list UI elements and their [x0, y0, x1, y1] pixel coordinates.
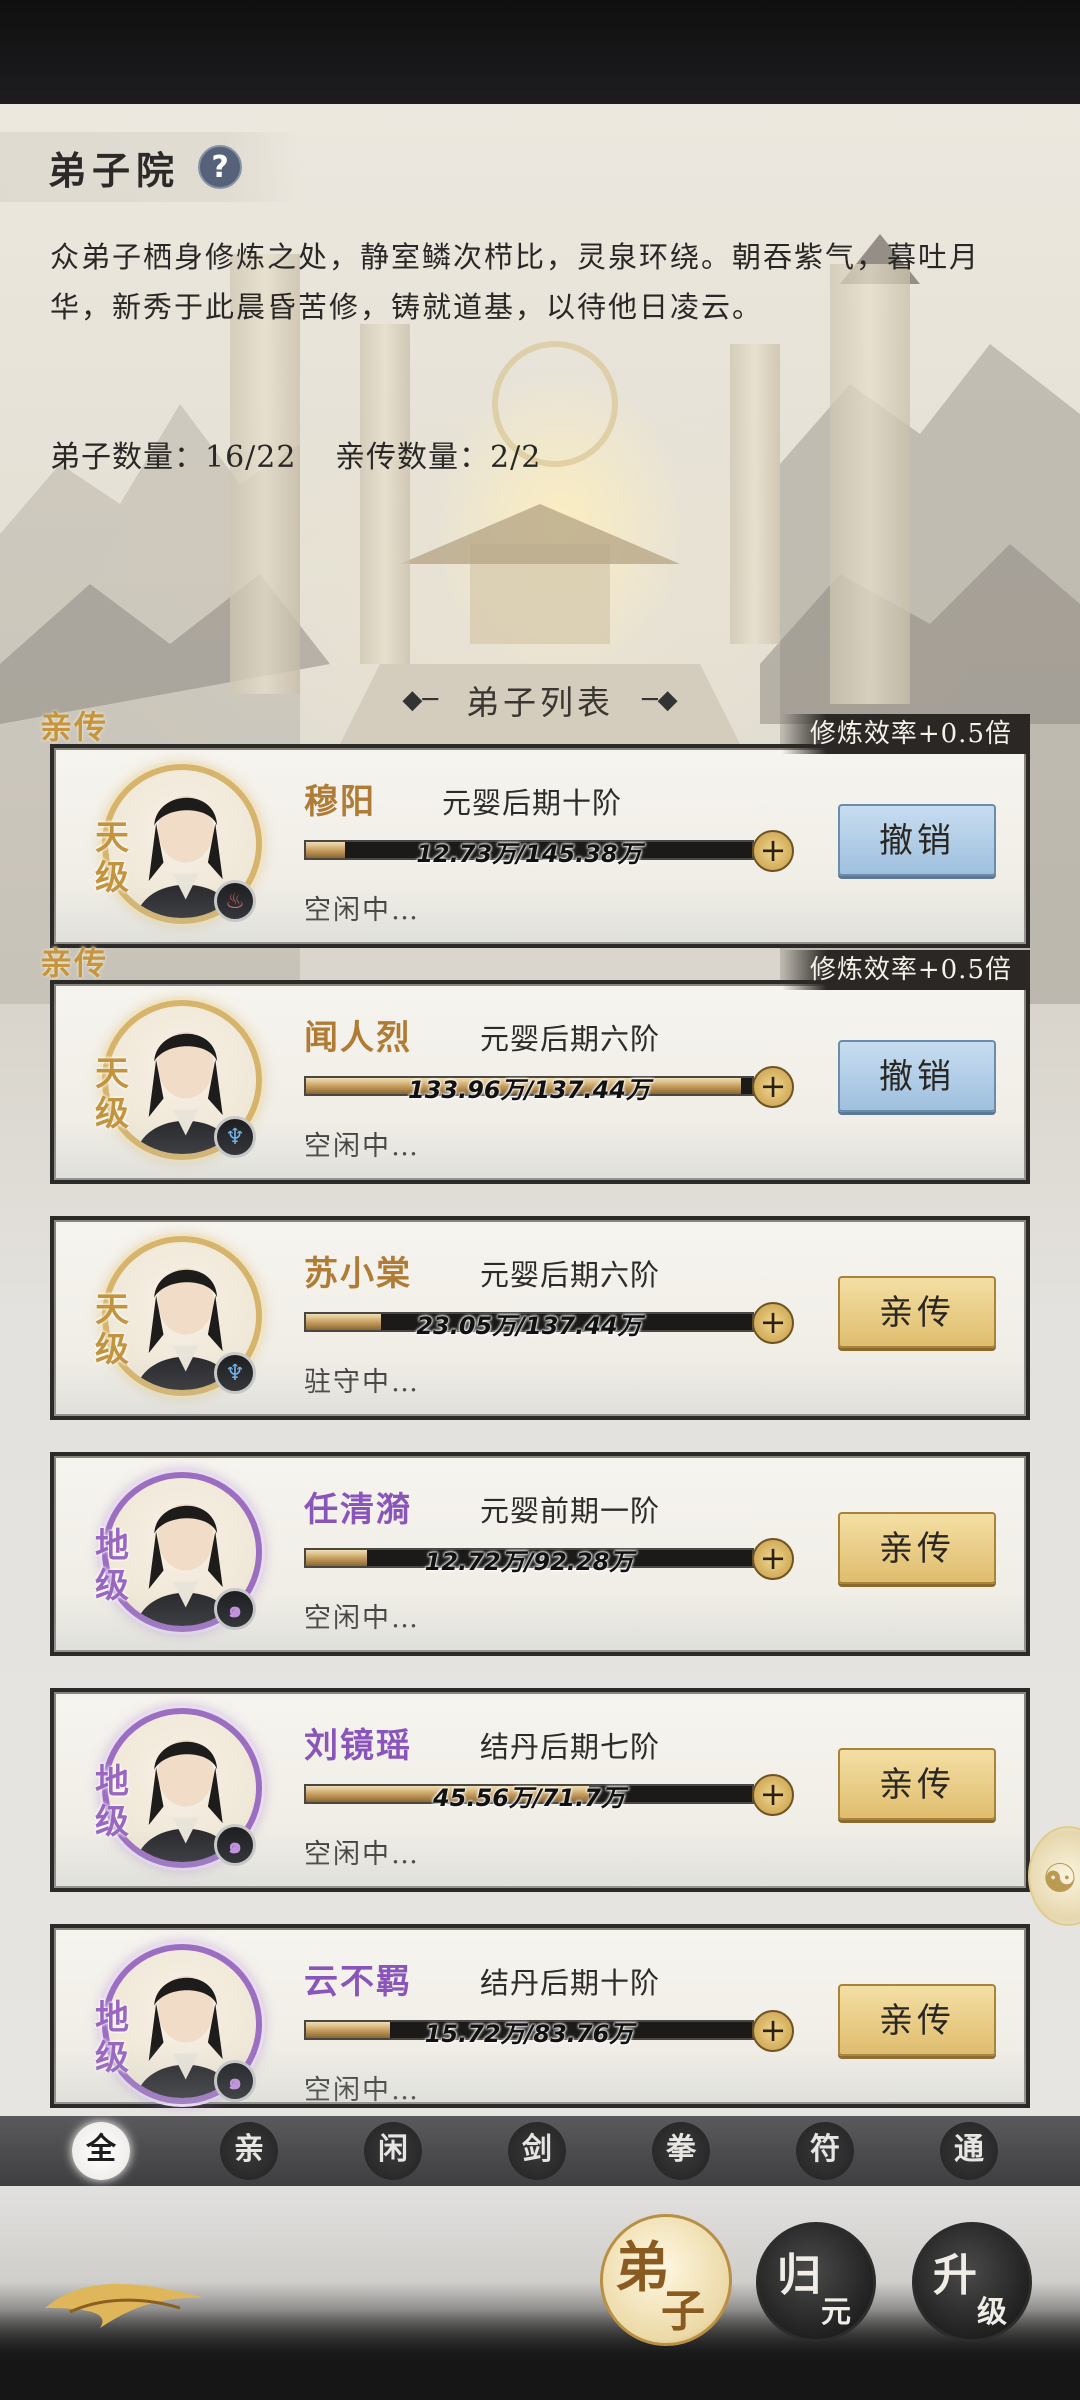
revoke-button[interactable]: 撤销 — [838, 804, 996, 876]
nav-disciples-button[interactable]: 弟子 — [600, 2214, 732, 2346]
make-direct-disciple-button[interactable]: 亲传 — [838, 1276, 996, 1348]
help-icon[interactable]: ? — [198, 145, 243, 189]
rank-label: 天级 — [95, 818, 129, 898]
nav-upgrade-button[interactable]: 升级 — [912, 2222, 1032, 2342]
progress-text: 12.72万/92.28万 — [424, 1548, 634, 1576]
rank-label: 天级 — [95, 1054, 129, 1134]
status-bar-area — [0, 0, 1080, 104]
disciple-card[interactable]: 地级 ๑ 刘镜瑶 结丹后期七阶 45.56万/71.7万 + 空闲中… 亲传 — [50, 1688, 1030, 1892]
make-direct-disciple-button[interactable]: 亲传 — [838, 1984, 996, 2056]
filter-chip[interactable]: 拳 — [652, 2122, 710, 2180]
cloud-ornament-icon: ◆─ — [402, 685, 438, 715]
page-description: 众弟子栖身修炼之处，静室鳞次栉比，灵泉环绕。朝吞紫气，暮吐月华，新秀于此晨昏苦修… — [50, 240, 981, 324]
filter-chip[interactable]: 全 — [72, 2122, 130, 2180]
cultivation-progress-bar: 12.73万/145.38万 — [304, 840, 754, 868]
disciple-card[interactable]: 天级 ♆ 苏小棠 元婴后期六阶 23.05万/137.44万 + 驻守中… 亲传 — [50, 1216, 1030, 1420]
progress-text: 15.72万/83.76万 — [424, 2020, 634, 2048]
filter-bar: 全亲闲剑拳符通 — [0, 2116, 1080, 2186]
water-element-icon: ♆ — [214, 1352, 256, 1394]
disciple-card[interactable]: 亲传 修炼效率+0.5倍 天级 ♨ 穆阳 元婴后期十阶 12.73万/145.38万 +… — [40, 708, 1030, 948]
filter-chip[interactable]: 符 — [796, 2122, 854, 2180]
page-title-tab: 弟子院 ? — [0, 132, 300, 202]
disciple-status: 空闲中… — [304, 2075, 420, 2106]
cultivation-realm: 结丹后期十阶 — [480, 1966, 661, 2000]
add-cultivation-button[interactable]: + — [752, 1066, 794, 1108]
cultivation-bonus-tag: 修炼效率+0.5倍 — [781, 950, 1030, 990]
stone-pillar — [730, 344, 780, 644]
add-cultivation-button[interactable]: + — [752, 1774, 794, 1816]
disciple-name: 任清漪 — [304, 1490, 412, 1530]
disciple-card[interactable]: 地级 ๑ 任清漪 元婴前期一阶 12.72万/92.28万 + 空闲中… 亲传 — [50, 1452, 1030, 1656]
cultivation-progress-bar: 23.05万/137.44万 — [304, 1312, 754, 1340]
wind-element-icon: ๑ — [214, 2060, 256, 2102]
disciple-status: 空闲中… — [304, 1131, 420, 1162]
filter-chip[interactable]: 亲 — [220, 2122, 278, 2180]
disciple-card[interactable]: 亲传 修炼效率+0.5倍 天级 ♆ 闻人烈 元婴后期六阶 133.96万/137.44万… — [40, 944, 1030, 1184]
nav-label-char: 子 — [661, 2286, 705, 2337]
cultivation-realm: 元婴后期十阶 — [442, 786, 623, 820]
filter-chip[interactable]: 通 — [940, 2122, 998, 2180]
nav-return-origin-button[interactable]: 归元 — [756, 2222, 876, 2342]
progress-text: 133.96万/137.44万 — [408, 1076, 650, 1104]
rank-label: 地级 — [95, 1762, 129, 1842]
disciple-name: 云不羁 — [304, 1962, 412, 2002]
direct-disciple-label: 亲传 — [40, 708, 109, 746]
add-cultivation-button[interactable]: + — [752, 2010, 794, 2052]
page-title: 弟子院 — [48, 147, 181, 193]
add-cultivation-button[interactable]: + — [752, 1302, 794, 1344]
direct-disciple-count: 亲传数量：2/2 — [335, 440, 542, 475]
progress-text: 45.56万/71.7万 — [433, 1784, 625, 1812]
cultivation-progress-bar: 15.72万/83.76万 — [304, 2020, 754, 2048]
disciple-status: 空闲中… — [304, 895, 420, 926]
cloud-ornament-icon: ─◆ — [642, 685, 678, 715]
add-cultivation-button[interactable]: + — [752, 1538, 794, 1580]
disciple-status: 驻守中… — [304, 1367, 420, 1398]
progress-text: 12.73万/145.38万 — [416, 840, 642, 868]
nav-label-char: 元 — [821, 2295, 851, 2330]
filter-chip[interactable]: 剑 — [508, 2122, 566, 2180]
disciple-count: 弟子数量：16/22 — [50, 440, 297, 475]
disciple-name: 穆阳 — [304, 782, 376, 822]
revoke-button[interactable]: 撤销 — [838, 1040, 996, 1112]
add-cultivation-button[interactable]: + — [752, 830, 794, 872]
direct-disciple-label: 亲传 — [40, 944, 109, 982]
cultivation-progress-bar: 133.96万/137.44万 — [304, 1076, 754, 1104]
cultivation-progress-bar: 45.56万/71.7万 — [304, 1784, 754, 1812]
progress-text: 23.05万/137.44万 — [416, 1312, 642, 1340]
disciple-name: 苏小棠 — [304, 1254, 412, 1294]
rank-label: 天级 — [95, 1290, 129, 1370]
stone-pillar — [360, 324, 410, 664]
make-direct-disciple-button[interactable]: 亲传 — [838, 1748, 996, 1820]
disciple-status: 空闲中… — [304, 1603, 420, 1634]
disciple-name: 闻人烈 — [304, 1018, 412, 1058]
count-summary: 弟子数量：16/22 亲传数量：2/2 — [50, 432, 569, 476]
wind-element-icon: ๑ — [214, 1588, 256, 1630]
wind-element-icon: ๑ — [214, 1824, 256, 1866]
rank-label: 地级 — [95, 1526, 129, 1606]
list-header-title: 弟子列表 — [466, 683, 614, 722]
cultivation-progress-bar: 12.72万/92.28万 — [304, 1548, 754, 1576]
cultivation-realm: 元婴后期六阶 — [480, 1258, 661, 1292]
rank-label: 地级 — [95, 1998, 129, 2078]
yinyang-icon: ☯ — [1042, 1856, 1078, 1902]
disciple-card[interactable]: 地级 ๑ 云不羁 结丹后期十阶 15.72万/83.76万 + 空闲中… 亲传 — [50, 1924, 1030, 2108]
cultivation-realm: 结丹后期七阶 — [480, 1730, 661, 1764]
cultivation-realm: 元婴后期六阶 — [480, 1022, 661, 1056]
make-direct-disciple-button[interactable]: 亲传 — [838, 1512, 996, 1584]
filter-chip[interactable]: 闲 — [364, 2122, 422, 2180]
list-header: ◆─ 弟子列表 ─◆ — [390, 672, 690, 728]
nav-label-char: 升 — [933, 2250, 977, 2301]
disciple-status: 空闲中… — [304, 1839, 420, 1870]
phoenix-emblem-icon — [45, 2284, 205, 2328]
disciple-name: 刘镜瑶 — [304, 1726, 412, 1766]
fire-element-icon: ♨ — [214, 880, 256, 922]
nav-label-char: 级 — [977, 2295, 1007, 2330]
cultivation-bonus-tag: 修炼效率+0.5倍 — [781, 714, 1030, 754]
cultivation-realm: 元婴前期一阶 — [480, 1494, 661, 1528]
water-element-icon: ♆ — [214, 1116, 256, 1158]
nav-label-char: 归 — [777, 2250, 821, 2301]
